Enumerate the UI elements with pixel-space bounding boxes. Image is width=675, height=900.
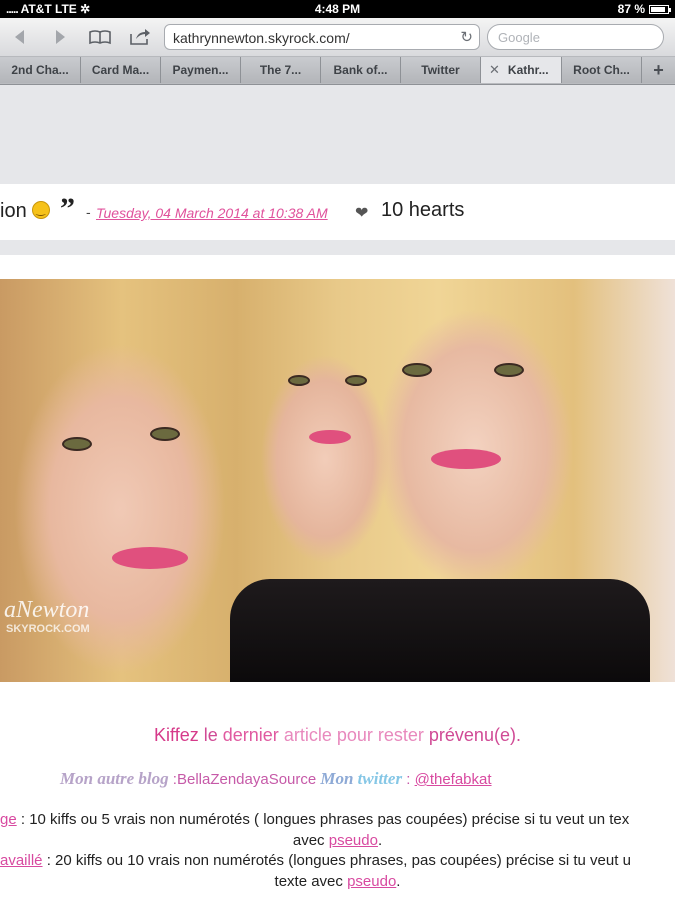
status-bar: ..... AT&T LTE ✲ 4:48 PM 87 % bbox=[0, 0, 675, 18]
photo-lips bbox=[112, 547, 188, 569]
battery-icon bbox=[649, 4, 671, 14]
post-header: ion ” - Tuesday, 04 March 2014 at 10:38 … bbox=[0, 184, 675, 240]
separator: : bbox=[168, 771, 177, 788]
blog-links-line: Mon autre blog :BellaZendayaSource Mon t… bbox=[60, 769, 492, 789]
photo-dark-clothing bbox=[230, 579, 650, 682]
photo-watermark: aNewton bbox=[4, 597, 90, 623]
twitter-label: Mon bbox=[320, 769, 354, 788]
kiffez-word: Kiffez bbox=[154, 725, 199, 745]
rule-text: : 10 kiffs ou 5 vrais non numérotés ( lo… bbox=[16, 811, 630, 828]
rule-text: . bbox=[377, 832, 383, 849]
heart-icon[interactable]: ❤ bbox=[355, 203, 368, 223]
kiffez-word: rester bbox=[377, 725, 424, 745]
bookmarks-book-icon[interactable] bbox=[86, 25, 114, 49]
tab-label: Card Ma... bbox=[91, 63, 150, 77]
post-photo: aNewton SKYROCK.COM bbox=[0, 279, 675, 682]
photo-eye bbox=[345, 375, 367, 386]
rule-text: texte avec bbox=[274, 873, 348, 890]
photo-eye bbox=[288, 375, 310, 386]
other-blog-label: Mon autre blog bbox=[60, 769, 169, 788]
battery-percent: 87 % bbox=[617, 2, 645, 16]
reload-icon[interactable]: ↻ bbox=[460, 28, 473, 46]
kiffez-word: prévenu(e). bbox=[428, 725, 521, 745]
rule-link[interactable]: availlé bbox=[0, 852, 43, 869]
smiley-icon bbox=[32, 201, 51, 219]
back-arrow-icon[interactable] bbox=[6, 25, 34, 49]
twitter-handle-link[interactable]: @thefabkat bbox=[415, 771, 492, 788]
battery-fill bbox=[651, 6, 665, 12]
kiffez-word: dernier bbox=[222, 725, 279, 745]
tab-bank-of[interactable]: Bank of... bbox=[321, 57, 401, 83]
clock: 4:48 PM bbox=[314, 2, 361, 16]
tab-card-ma[interactable]: Card Ma... bbox=[81, 57, 161, 83]
search-field[interactable]: Google bbox=[487, 24, 664, 50]
tab-root-ch[interactable]: Root Ch... bbox=[562, 57, 642, 83]
new-tab-plus-icon[interactable]: + bbox=[642, 57, 675, 83]
share-icon[interactable] bbox=[126, 25, 154, 49]
tab-bar: 2nd Cha... Card Ma... Paymen... The 7...… bbox=[0, 57, 675, 85]
forward-arrow-icon[interactable] bbox=[46, 25, 74, 49]
rule-line-2b: texte avec pseudo. bbox=[0, 873, 675, 890]
url-text: kathrynnewton.skyrock.com/ bbox=[173, 30, 350, 46]
rule-link[interactable]: ge bbox=[0, 811, 17, 828]
pseudo-link[interactable]: pseudo bbox=[329, 832, 378, 849]
rule-line-2: availlé : 20 kiffs ou 10 vrais non numér… bbox=[0, 852, 675, 869]
battery-info: 87 % bbox=[617, 2, 671, 16]
tab-kathryn-active[interactable]: ✕ Kathr... bbox=[481, 57, 562, 83]
twitter-label: twitter bbox=[357, 769, 403, 788]
kiffez-word: le bbox=[203, 725, 218, 745]
browser-toolbar: kathrynnewton.skyrock.com/ ↻ Google bbox=[0, 18, 675, 57]
rule-text: : 20 kiffs ou 10 vrais non numérotés (lo… bbox=[42, 852, 631, 869]
separator: : bbox=[402, 771, 415, 788]
pseudo-link[interactable]: pseudo bbox=[347, 873, 396, 890]
divider bbox=[0, 240, 675, 255]
tab-twitter[interactable]: Twitter bbox=[401, 57, 481, 83]
post-title-text: ion bbox=[0, 200, 27, 222]
web-page: ion ” - Tuesday, 04 March 2014 at 10:38 … bbox=[0, 85, 675, 900]
url-field[interactable]: kathrynnewton.skyrock.com/ ↻ bbox=[164, 24, 480, 50]
photo-eye bbox=[402, 363, 432, 377]
tab-label: Root Ch... bbox=[573, 63, 630, 77]
tab-2nd-chance[interactable]: 2nd Cha... bbox=[0, 57, 81, 83]
photo-watermark-sub: SKYROCK.COM bbox=[6, 623, 90, 635]
hearts-count: 10 hearts bbox=[381, 199, 465, 221]
date-dash: - bbox=[86, 204, 91, 220]
photo-eye bbox=[150, 427, 180, 441]
rule-line-1: ge : 10 kiffs ou 5 vrais non numérotés (… bbox=[0, 811, 675, 828]
tab-label: 2nd Cha... bbox=[11, 63, 69, 77]
photo-lips bbox=[309, 430, 351, 444]
tab-label: Kathr... bbox=[507, 63, 549, 77]
kiffez-word: article pour bbox=[283, 725, 373, 745]
search-placeholder: Google bbox=[498, 30, 540, 45]
tab-label: Bank of... bbox=[333, 63, 388, 77]
tab-label: Twitter bbox=[421, 63, 460, 77]
tab-label: The 7... bbox=[259, 63, 302, 77]
tab-the-7[interactable]: The 7... bbox=[241, 57, 321, 83]
page-header-area bbox=[0, 85, 675, 184]
other-blog-name[interactable]: BellaZendayaSource bbox=[177, 771, 316, 788]
post-title-fragment: ion bbox=[0, 200, 51, 223]
rule-text: avec bbox=[292, 832, 329, 849]
tab-label: Paymen... bbox=[172, 63, 229, 77]
rule-line-1b: avec pseudo. bbox=[0, 832, 675, 849]
post-date-link[interactable]: Tuesday, 04 March 2014 at 10:38 AM bbox=[96, 205, 328, 221]
photo-eye bbox=[62, 437, 92, 451]
tab-payment[interactable]: Paymen... bbox=[161, 57, 241, 83]
photo-eye bbox=[494, 363, 524, 377]
photo-lips bbox=[431, 449, 501, 469]
close-tab-icon[interactable]: ✕ bbox=[489, 62, 500, 78]
closing-quote: ” bbox=[60, 192, 75, 225]
kiffez-message: Kiffez le dernier article pour rester pr… bbox=[0, 725, 675, 746]
rule-text: . bbox=[396, 873, 401, 890]
